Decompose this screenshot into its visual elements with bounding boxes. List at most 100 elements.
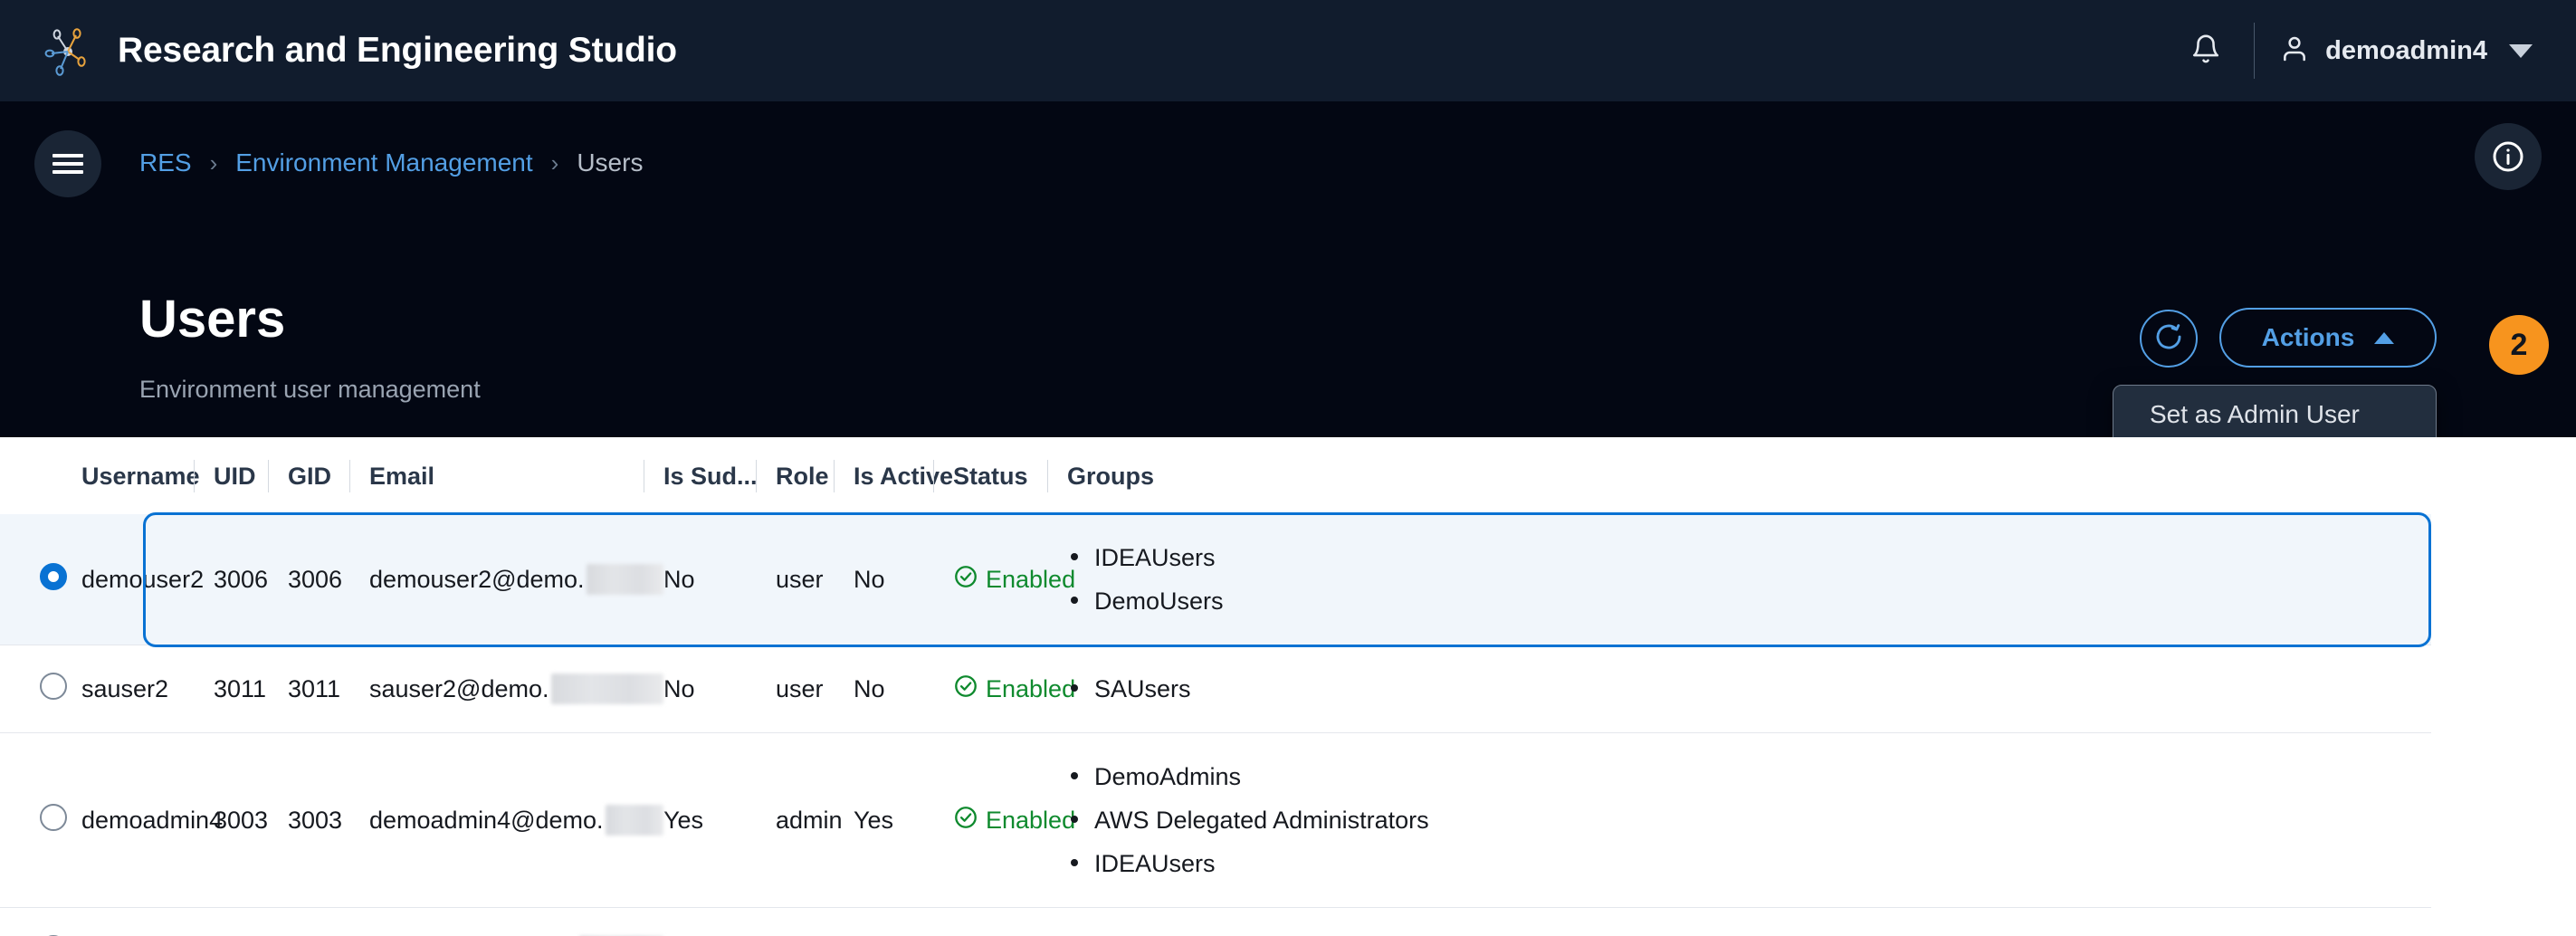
cell-email: demouser2@demo.	[369, 514, 663, 645]
cell-uid: 3003	[214, 733, 288, 908]
column-header-gid[interactable]: GID	[288, 437, 369, 514]
actions-button[interactable]: Actions	[2219, 308, 2437, 368]
cell-groups: DemoAdminsAWS Delegated AdministratorsID…	[1067, 733, 2431, 908]
user-menu-button[interactable]: demoadmin4	[2280, 33, 2536, 69]
group-item: IDEAUsers	[1067, 536, 2431, 579]
cell-role: user	[776, 908, 854, 936]
app-title: Research and Engineering Studio	[118, 31, 677, 71]
groups-list: SAUsers	[1067, 667, 2431, 711]
cell-gid: 3011	[288, 645, 369, 733]
cell-username: sauser2	[81, 645, 214, 733]
cell-role: user	[776, 514, 854, 645]
row-radio-button[interactable]	[40, 804, 67, 831]
cell-groups: ProductUsers	[1067, 908, 2431, 936]
info-circle-icon[interactable]	[2475, 123, 2542, 190]
cell-groups: IDEAUsersDemoUsers	[1067, 514, 2431, 645]
actions-button-label: Actions	[2262, 323, 2355, 352]
page-header-section: RES › Environment Management › Users Use…	[0, 101, 2576, 437]
chevron-down-icon	[2509, 44, 2533, 58]
cell-is-active: No	[854, 645, 953, 733]
column-header-uid[interactable]: UID	[214, 437, 288, 514]
breadcrumb-separator-icon: ›	[551, 149, 559, 177]
column-header-groups[interactable]: Groups	[1067, 437, 2431, 514]
group-item: ProductUsers	[1067, 930, 2431, 936]
cell-is-sudo: No	[663, 514, 776, 645]
cell-status: Enabled	[953, 514, 1067, 645]
table-header: Username UID GID Email Is Sud... Role Is…	[0, 437, 2431, 514]
email-text: sauser2@demo.	[369, 675, 549, 703]
cell-status: Enabled	[953, 733, 1067, 908]
refresh-button[interactable]	[2140, 310, 2198, 368]
row-radio-button[interactable]	[40, 673, 67, 700]
user-avatar-icon	[2280, 33, 2309, 69]
row-radio-button[interactable]	[40, 563, 67, 590]
notifications-button[interactable]	[2178, 23, 2234, 79]
status-badge: Enabled	[986, 675, 1075, 703]
groups-list: IDEAUsersDemoUsers	[1067, 536, 2431, 623]
breadcrumb-item-res[interactable]: RES	[139, 148, 192, 177]
res-network-logo-icon	[43, 24, 94, 78]
cell-role: admin	[776, 733, 854, 908]
page-subtitle: Environment user management	[139, 376, 481, 404]
status-badge: Enabled	[986, 566, 1075, 594]
cell-status: Enabled	[953, 645, 1067, 733]
user-name-label: demoadmin4	[2325, 36, 2487, 66]
row-select-cell[interactable]	[0, 908, 81, 936]
redacted-email-domain	[606, 805, 663, 836]
hamburger-menu-icon[interactable]	[34, 130, 101, 197]
group-item: DemoAdmins	[1067, 755, 2431, 798]
row-select-cell[interactable]	[0, 514, 81, 645]
breadcrumb-separator-icon: ›	[210, 149, 218, 177]
column-header-role[interactable]: Role	[776, 437, 854, 514]
cell-role: user	[776, 645, 854, 733]
top-header-bar: Research and Engineering Studio	[0, 0, 2576, 101]
groups-list: ProductUsers	[1067, 930, 2431, 936]
cell-is-active: No	[854, 514, 953, 645]
row-select-cell[interactable]	[0, 733, 81, 908]
breadcrumb: RES › Environment Management › Users	[139, 148, 643, 177]
page-title: Users	[139, 293, 285, 346]
cell-gid: 3003	[288, 733, 369, 908]
column-header-is-sudo[interactable]: Is Sud...	[663, 437, 776, 514]
group-item: IDEAUsers	[1067, 842, 2431, 885]
cell-is-sudo: No	[663, 645, 776, 733]
cell-uid: 8001	[214, 908, 288, 936]
cell-status: Enabled	[953, 908, 1067, 936]
table-row[interactable]: demoadmin430033003demoadmin4@demo.Yesadm…	[0, 733, 2431, 908]
users-table: Username UID GID Email Is Sud... Role Is…	[0, 437, 2431, 936]
table-header-row: Username UID GID Email Is Sud... Role Is…	[0, 437, 2431, 514]
column-header-status[interactable]: Status	[953, 437, 1067, 514]
breadcrumb-item-environment-management[interactable]: Environment Management	[235, 148, 532, 177]
cell-email: pmtuser02@demo.	[369, 908, 663, 936]
redacted-email-domain	[551, 673, 663, 704]
email-text: demouser2@demo.	[369, 566, 585, 594]
menu-item-set-as-admin-user[interactable]: Set as Admin User	[2113, 386, 2436, 444]
column-header-email[interactable]: Email	[369, 437, 663, 514]
cell-uid: 3011	[214, 645, 288, 733]
column-header-is-active[interactable]: Is Active	[854, 437, 953, 514]
cell-uid: 3006	[214, 514, 288, 645]
brand-area[interactable]: Research and Engineering Studio	[0, 24, 677, 78]
cell-gid: 3006	[288, 514, 369, 645]
cell-gid: 6001	[288, 908, 369, 936]
cell-groups: SAUsers	[1067, 645, 2431, 733]
refresh-icon	[2153, 321, 2184, 357]
check-circle-icon	[953, 673, 978, 705]
table-row[interactable]: pmtuser0280016001pmtuser02@demo.NouserNo…	[0, 908, 2431, 936]
group-item: DemoUsers	[1067, 579, 2431, 623]
table-row[interactable]: demouser230063006demouser2@demo.NouserNo…	[0, 514, 2431, 645]
status-badge: Enabled	[986, 807, 1075, 835]
redacted-email-domain	[587, 564, 663, 595]
row-select-cell[interactable]	[0, 645, 81, 733]
app-root: Research and Engineering Studio	[0, 0, 2576, 936]
email-text: demoadmin4@demo.	[369, 807, 604, 835]
groups-list: DemoAdminsAWS Delegated AdministratorsID…	[1067, 755, 2431, 885]
cell-username: demouser2	[81, 514, 214, 645]
column-header-select	[0, 437, 81, 514]
cell-is-active: Yes	[854, 733, 953, 908]
cell-is-active: No	[854, 908, 953, 936]
cell-username: pmtuser02	[81, 908, 214, 936]
check-circle-icon	[953, 564, 978, 596]
table-row[interactable]: sauser230113011sauser2@demo.NouserNoEnab…	[0, 645, 2431, 733]
cell-username: demoadmin4	[81, 733, 214, 908]
